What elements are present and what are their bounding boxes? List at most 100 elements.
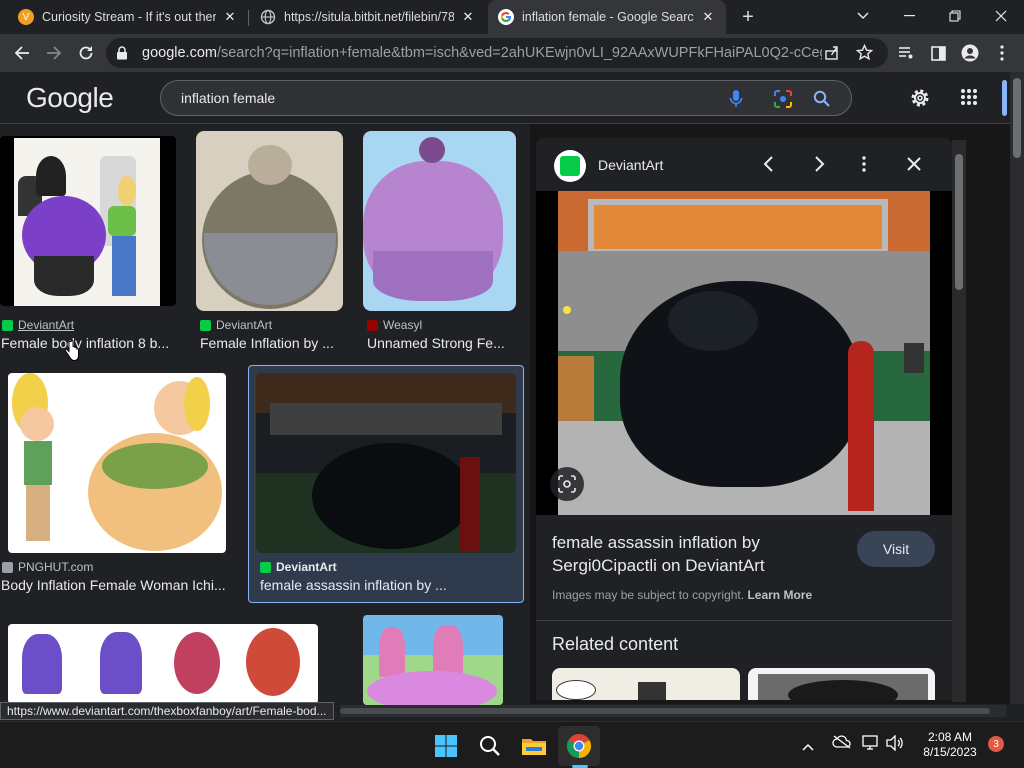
tab-google-search[interactable]: inflation female - Google Search ✕ (488, 0, 726, 34)
bookmark-star-icon[interactable] (855, 43, 874, 66)
result-source-label: DeviantArt (276, 560, 337, 574)
file-explorer-icon[interactable] (518, 730, 550, 762)
deviantart-icon (2, 319, 13, 331)
clock-date: 8/15/2023 (923, 745, 977, 759)
panel-scrollbar[interactable] (952, 140, 966, 702)
result-source-label: DeviantArt (216, 318, 273, 332)
network-icon[interactable] (862, 735, 880, 756)
url-host: google.com (142, 45, 217, 61)
lock-icon[interactable] (116, 46, 128, 60)
hand-cursor-icon (64, 340, 80, 367)
close-tab-icon[interactable]: ✕ (460, 9, 476, 25)
side-panel-icon[interactable] (924, 39, 952, 67)
taskbar-search-icon[interactable] (474, 730, 506, 762)
panel-source[interactable]: DeviantArt (598, 157, 663, 173)
related-thumbnail-1[interactable] (552, 668, 740, 700)
previous-image-icon[interactable] (762, 155, 776, 178)
related-content-heading: Related content (552, 634, 679, 654)
result-image-3[interactable] (363, 131, 516, 311)
lens-search-icon[interactable] (773, 89, 793, 114)
link-status-bar: https://www.deviantart.com/thexboxfanboy… (0, 702, 334, 720)
volume-icon[interactable] (886, 734, 904, 756)
result-image-2[interactable] (196, 131, 343, 311)
result-caption[interactable]: Body Inflation Female Woman Ichi... (1, 577, 231, 593)
result-image-5[interactable] (256, 373, 516, 553)
result-source[interactable]: DeviantArt (260, 560, 337, 574)
horizontal-scrollbar[interactable] (340, 705, 1006, 717)
page-scrollbar-thumb[interactable] (1013, 78, 1021, 158)
result-image-1[interactable] (0, 136, 176, 306)
search-input[interactable]: inflation female (160, 80, 852, 116)
close-window-icon[interactable] (978, 0, 1024, 32)
close-tab-icon[interactable]: ✕ (700, 9, 716, 25)
result-image-4[interactable] (8, 373, 226, 553)
tab-title: Curiosity Stream - If it's out there (42, 10, 216, 24)
result-source-label: Weasyl (383, 318, 423, 332)
clock[interactable]: 2:08 AM 8/15/2023 (918, 730, 982, 760)
windows-start-icon[interactable] (430, 730, 462, 762)
restore-icon[interactable] (932, 0, 978, 32)
tab-filebin[interactable]: https://situla.bitbit.net/filebin/78 ✕ (250, 0, 486, 34)
result-caption[interactable]: female assassin inflation by ... (260, 577, 518, 593)
result-source[interactable]: DeviantArt (200, 318, 272, 332)
image-preview-panel: DeviantArt female assassin inflation by … (536, 138, 952, 700)
browser-menu-icon[interactable] (988, 39, 1016, 67)
result-image-7[interactable] (363, 615, 503, 705)
result-source[interactable]: DeviantArt (2, 318, 74, 332)
google-logo[interactable]: Google (26, 82, 114, 114)
result-source[interactable]: PNGHUT.com (2, 560, 93, 574)
browser-toolbar: google.com/search?q=inflation+female&tbm… (0, 34, 1024, 72)
horizontal-scrollbar-thumb[interactable] (340, 708, 990, 714)
reload-icon[interactable] (72, 39, 100, 67)
search-icon[interactable] (813, 90, 831, 113)
panel-divider (536, 620, 952, 621)
result-source-label: PNGHUT.com (18, 560, 94, 574)
settings-gear-icon[interactable] (908, 86, 932, 115)
next-image-icon[interactable] (812, 155, 826, 178)
tab-curiosity-stream[interactable]: V Curiosity Stream - If it's out there ✕ (8, 0, 248, 34)
visit-button[interactable]: Visit (857, 531, 935, 567)
preview-image[interactable] (558, 191, 930, 515)
preview-title[interactable]: female assassin inflation by Sergi0Cipac… (552, 531, 765, 577)
panel-more-options-icon[interactable] (862, 156, 866, 177)
profile-avatar-icon[interactable] (956, 39, 984, 67)
address-bar[interactable]: google.com/search?q=inflation+female&tbm… (106, 38, 888, 68)
result-caption[interactable]: Female body inflation 8 b... (1, 335, 177, 351)
url-text: google.com/search?q=inflation+female&tbm… (142, 45, 822, 61)
tab-strip: V Curiosity Stream - If it's out there ✕… (0, 0, 1024, 34)
forward-arrow-icon[interactable] (40, 39, 68, 67)
pnghut-icon (2, 561, 13, 573)
onedrive-icon[interactable] (832, 735, 852, 754)
tab-title: https://situla.bitbit.net/filebin/78 (284, 10, 454, 24)
deviantart-icon (200, 319, 211, 331)
result-caption[interactable]: Unnamed Strong Fe... (367, 335, 515, 351)
voice-search-icon[interactable] (729, 89, 743, 114)
tab-separator (248, 10, 249, 26)
google-favicon (498, 9, 514, 25)
share-icon[interactable] (824, 45, 840, 66)
new-tab-button[interactable]: + (732, 0, 764, 34)
preview-image-frame[interactable] (536, 191, 952, 515)
related-thumbnail-2[interactable] (748, 668, 935, 700)
result-image-6[interactable] (8, 624, 318, 704)
tab-search-chevron-icon[interactable] (840, 0, 886, 32)
result-caption[interactable]: Female Inflation by ... (200, 335, 344, 351)
result-source[interactable]: Weasyl (367, 318, 422, 332)
back-arrow-icon[interactable] (8, 39, 36, 67)
windows-taskbar: 2:08 AM 8/15/2023 3 (0, 721, 1024, 768)
close-tab-icon[interactable]: ✕ (222, 9, 238, 25)
notification-badge[interactable]: 3 (988, 736, 1004, 752)
google-apps-icon[interactable] (960, 88, 978, 111)
panel-scrollbar-thumb[interactable] (955, 154, 963, 290)
account-indicator[interactable] (1002, 80, 1007, 116)
lens-image-search-icon[interactable] (550, 467, 584, 501)
close-panel-icon[interactable] (906, 156, 922, 177)
page-scrollbar[interactable] (1010, 72, 1024, 704)
learn-more-link[interactable]: Learn More (747, 588, 812, 602)
chrome-icon[interactable] (563, 730, 595, 762)
reading-list-icon[interactable] (892, 39, 920, 67)
show-hidden-icons-chevron-icon[interactable] (802, 738, 814, 756)
result-source-label: DeviantArt (18, 318, 75, 332)
url-path: /search?q=inflation+female&tbm=isch&ved=… (216, 45, 822, 61)
minimize-icon[interactable] (886, 0, 932, 32)
